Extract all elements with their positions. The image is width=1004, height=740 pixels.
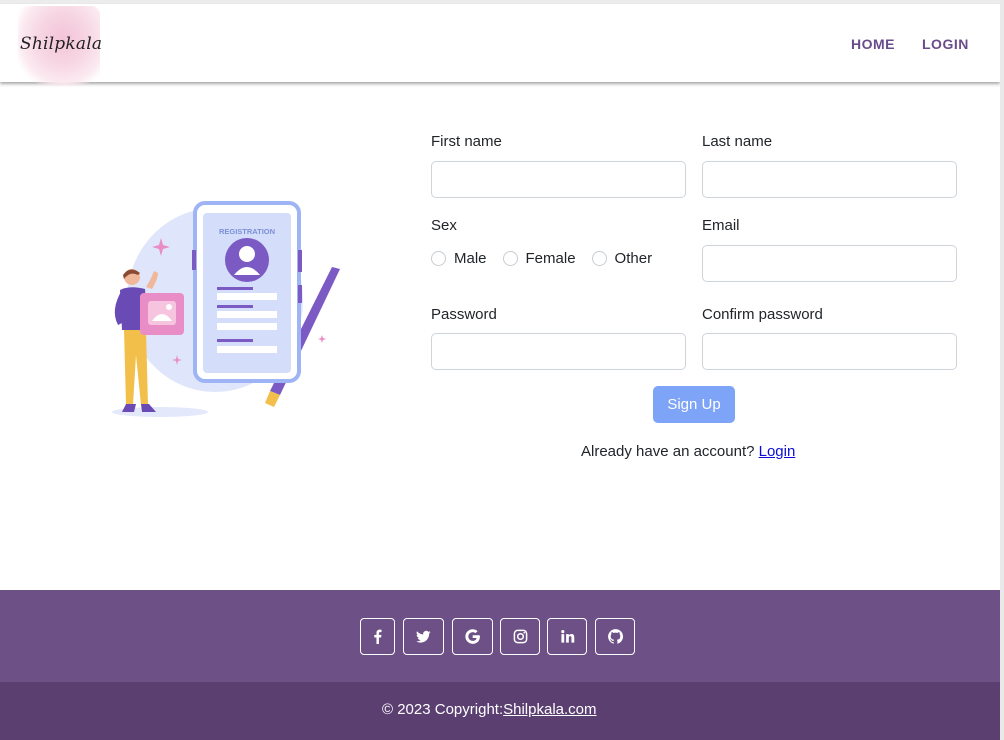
window-edge — [1000, 0, 1004, 740]
facebook-icon — [374, 629, 382, 644]
copyright-link[interactable]: Shilpkala.com — [503, 701, 596, 718]
google-icon — [465, 629, 480, 644]
radio-label-male: Male — [454, 249, 487, 267]
github-icon — [607, 629, 623, 644]
instagram-icon — [513, 629, 527, 644]
password-input[interactable] — [431, 333, 686, 370]
radio-label-female: Female — [525, 249, 576, 267]
instagram-button[interactable] — [500, 618, 540, 655]
already-have-account-text: Already have an account? — [581, 443, 755, 460]
first-name-label: First name — [431, 133, 502, 150]
first-name-input[interactable] — [431, 161, 686, 198]
confirm-password-label: Confirm password — [702, 306, 823, 323]
last-name-label: Last name — [702, 133, 773, 150]
google-button[interactable] — [452, 618, 493, 655]
radio-button-other[interactable] — [591, 250, 607, 266]
nav-login-link[interactable]: LOGIN — [922, 36, 969, 52]
twitter-icon — [416, 630, 431, 643]
registration-illustration: REGISTRATION — [112, 201, 340, 417]
email-label: Email — [702, 217, 740, 234]
twitter-button[interactable] — [403, 618, 444, 655]
sex-radio-group: Male Female Other — [431, 248, 668, 268]
sex-label: Sex — [431, 217, 457, 234]
copyright-text: © 2023 Copyright: — [382, 701, 504, 718]
sex-radio-other[interactable]: Other — [591, 249, 653, 267]
copyright: © 2023 Copyright:Shilpkala.com — [382, 701, 597, 718]
facebook-button[interactable] — [360, 618, 395, 655]
sex-radio-male[interactable]: Male — [431, 250, 487, 267]
footer-copyright-bar: © 2023 Copyright:Shilpkala.com — [0, 682, 1000, 740]
page: Shilpkala HOME LOGIN REGISTRATION First … — [0, 0, 1000, 740]
linkedin-button[interactable] — [547, 618, 587, 655]
github-button[interactable] — [595, 618, 635, 655]
brand-logo[interactable]: Shilpkala — [18, 6, 103, 86]
radio-label-other: Other — [614, 249, 653, 267]
confirm-password-input[interactable] — [702, 333, 957, 370]
login-link[interactable]: Login — [759, 443, 796, 460]
nav-home-link[interactable]: HOME — [851, 36, 895, 52]
sex-radio-female[interactable]: Female — [502, 249, 576, 267]
illustration-card-title: REGISTRATION — [219, 227, 275, 236]
brand-logo-text: Shilpkala — [20, 34, 103, 54]
already-have-account: Already have an account? Login — [581, 443, 795, 460]
sign-up-button[interactable]: Sign Up — [653, 386, 735, 423]
radio-button-female[interactable] — [502, 250, 518, 266]
linkedin-icon — [560, 630, 574, 643]
last-name-input[interactable] — [702, 161, 957, 198]
radio-button-male[interactable] — [431, 250, 446, 266]
password-label: Password — [431, 306, 497, 323]
navbar: Shilpkala HOME LOGIN — [0, 4, 1000, 86]
email-input[interactable] — [702, 245, 957, 282]
